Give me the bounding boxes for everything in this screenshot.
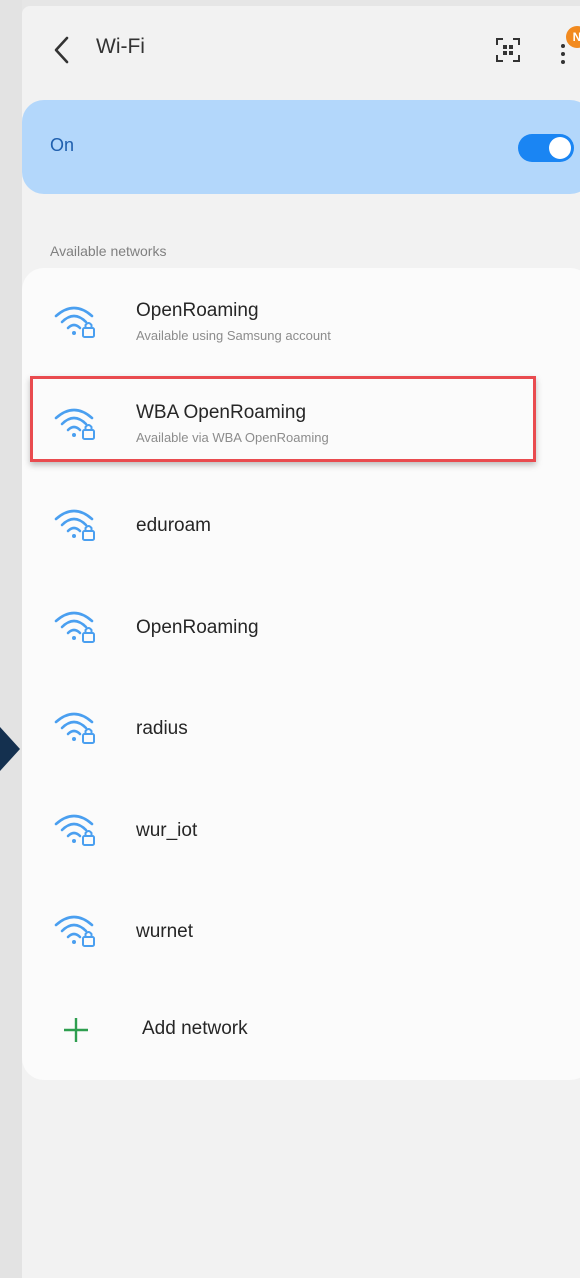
qr-scan-button[interactable] bbox=[488, 32, 528, 68]
wifi-settings-screen: Wi-Fi N On Available networks OpenRoamin… bbox=[22, 6, 580, 1278]
network-item[interactable]: radius bbox=[22, 676, 580, 776]
wifi-lock-icon bbox=[52, 505, 98, 543]
plus-icon bbox=[64, 1018, 88, 1042]
network-name: OpenRoaming bbox=[136, 300, 259, 321]
notification-badge: N bbox=[566, 26, 580, 48]
background-strip bbox=[0, 0, 22, 1278]
network-subtitle: Available using Samsung account bbox=[136, 328, 331, 343]
switch-knob bbox=[549, 137, 571, 159]
back-arrow-icon bbox=[54, 36, 69, 64]
wifi-lock-icon bbox=[52, 302, 98, 340]
network-name: OpenRoaming bbox=[136, 616, 259, 638]
wifi-lock-icon bbox=[52, 708, 98, 746]
wifi-lock-icon bbox=[52, 810, 98, 848]
qr-scan-icon bbox=[496, 38, 520, 62]
wifi-switch[interactable] bbox=[518, 134, 574, 162]
section-label: Available networks bbox=[50, 243, 167, 259]
page-title: Wi-Fi bbox=[96, 35, 145, 58]
wifi-lock-icon bbox=[52, 607, 98, 645]
network-item[interactable]: wur_iot bbox=[22, 778, 580, 878]
toggle-label: On bbox=[50, 135, 75, 155]
top-app-bar: Wi-Fi N bbox=[22, 6, 580, 92]
back-button[interactable] bbox=[44, 30, 80, 70]
network-item[interactable]: OpenRoaming Available using Samsung accou… bbox=[22, 270, 580, 370]
add-network-button[interactable]: Add network bbox=[22, 990, 580, 1070]
more-options-icon bbox=[561, 44, 565, 68]
more-options-button[interactable]: N bbox=[548, 26, 580, 72]
wifi-toggle-row[interactable]: On bbox=[22, 100, 580, 194]
network-name: wur_iot bbox=[136, 819, 198, 841]
pointer-arrow-icon bbox=[0, 727, 20, 771]
network-name: radius bbox=[136, 718, 188, 739]
network-name: wurnet bbox=[136, 921, 194, 942]
network-name: eduroam bbox=[136, 515, 211, 536]
add-network-label: Add network bbox=[142, 1018, 248, 1039]
network-item[interactable]: OpenRoaming bbox=[22, 575, 580, 675]
network-item[interactable]: eduroam bbox=[22, 473, 580, 573]
highlight-box bbox=[30, 376, 536, 462]
wifi-lock-icon bbox=[52, 911, 98, 949]
network-item[interactable]: wurnet bbox=[22, 879, 580, 979]
